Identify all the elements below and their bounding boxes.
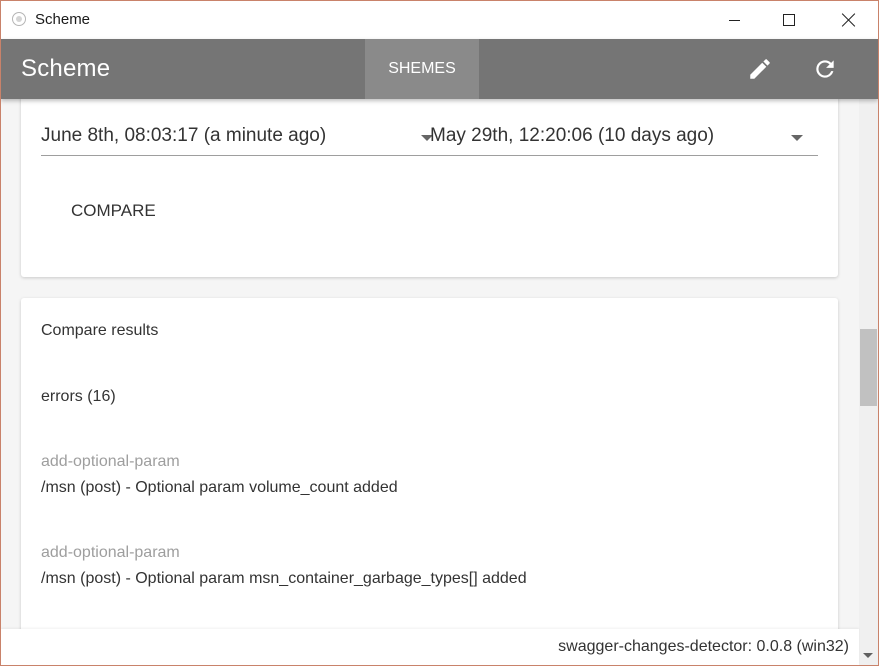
compare-results-card: Compare results errors (16) add-optional… bbox=[21, 298, 838, 629]
scroll-down-icon[interactable] bbox=[863, 653, 873, 658]
minimize-icon bbox=[728, 19, 740, 21]
left-version-select[interactable]: June 8th, 08:03:17 (a minute ago) bbox=[41, 119, 433, 156]
errors-count-label: errors (16) bbox=[41, 388, 116, 405]
results-heading: Compare results bbox=[41, 322, 159, 339]
app-icon bbox=[12, 12, 26, 26]
edit-button[interactable] bbox=[742, 51, 778, 87]
result-item-type: add-optional-param bbox=[41, 453, 180, 470]
refresh-button[interactable] bbox=[807, 51, 843, 87]
dropdown-arrow-icon bbox=[791, 135, 803, 141]
tab-schemes[interactable]: SHEMES bbox=[365, 39, 479, 99]
app-bar: Scheme SHEMES bbox=[1, 39, 878, 99]
left-version-value: June 8th, 08:03:17 (a minute ago) bbox=[41, 125, 327, 146]
window-title: Scheme bbox=[35, 11, 91, 28]
version-info: swagger-changes-detector: 0.0.8 (win32) bbox=[558, 638, 849, 655]
compare-button[interactable]: COMPARE bbox=[51, 195, 176, 227]
app-window: Scheme Scheme SHEMES June 8th, 08:03:17 … bbox=[0, 0, 879, 666]
compare-selector-card: June 8th, 08:03:17 (a minute ago) May 29… bbox=[21, 99, 838, 277]
window-titlebar: Scheme bbox=[1, 1, 878, 39]
result-item-description: /msn (post) - Optional param msn_contain… bbox=[41, 570, 527, 587]
tab-schemes-label: SHEMES bbox=[388, 60, 456, 77]
result-item-type: add-optional-param bbox=[41, 544, 180, 561]
close-button[interactable] bbox=[820, 1, 878, 39]
result-item-description: /msn (post) - Optional param volume_coun… bbox=[41, 479, 398, 496]
status-footer: swagger-changes-detector: 0.0.8 (win32) bbox=[1, 629, 859, 665]
main-content[interactable]: June 8th, 08:03:17 (a minute ago) May 29… bbox=[1, 99, 859, 629]
right-version-select[interactable]: May 29th, 12:20:06 (10 days ago) bbox=[418, 119, 818, 156]
minimize-button[interactable] bbox=[705, 1, 763, 39]
result-item: add-optional-param /msn (post) - Optiona… bbox=[41, 449, 398, 501]
maximize-icon bbox=[783, 14, 795, 26]
close-icon bbox=[842, 13, 856, 27]
pencil-icon bbox=[750, 59, 770, 79]
refresh-icon bbox=[816, 60, 834, 78]
scrollbar-thumb[interactable] bbox=[860, 329, 877, 406]
app-title: Scheme bbox=[21, 55, 111, 82]
result-item: add-optional-param /msn (post) - Optiona… bbox=[41, 540, 527, 592]
maximize-button[interactable] bbox=[760, 1, 818, 39]
right-version-value: May 29th, 12:20:06 (10 days ago) bbox=[430, 125, 715, 146]
vertical-scrollbar[interactable] bbox=[859, 39, 878, 665]
